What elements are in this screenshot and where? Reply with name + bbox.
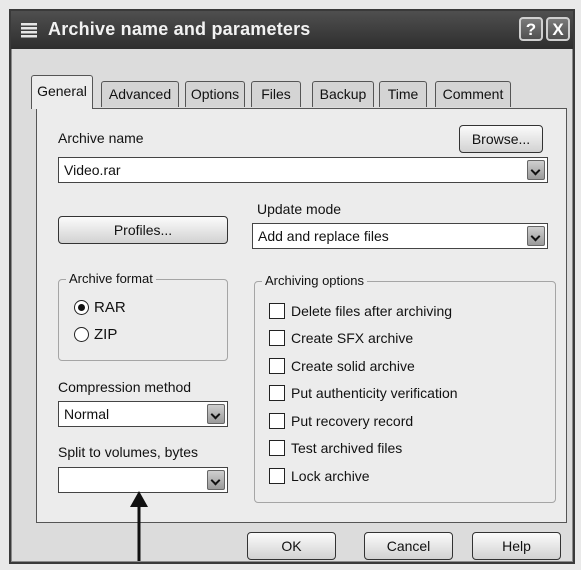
create-sfx-label: Create SFX archive (291, 330, 414, 346)
authenticity-label: Put authenticity verification (291, 385, 458, 401)
rar-radio-option[interactable]: RAR (74, 299, 154, 319)
split-volumes-label: Split to volumes, bytes (58, 444, 199, 460)
close-button[interactable]: X (546, 17, 570, 41)
archive-name-combo[interactable]: Video.rar (58, 157, 548, 183)
checkbox-icon[interactable] (269, 330, 285, 346)
checkbox-icon[interactable] (269, 440, 285, 456)
tab-advanced[interactable]: Advanced (101, 81, 179, 107)
delete-files-label: Delete files after archiving (291, 303, 453, 319)
chevron-down-icon[interactable] (527, 160, 545, 180)
tab-backup[interactable]: Backup (312, 81, 374, 107)
recovery-record-label: Put recovery record (291, 413, 414, 429)
tab-time[interactable]: Time (379, 81, 427, 107)
profiles-button[interactable]: Profiles... (58, 216, 228, 244)
update-mode-value: Add and replace files (258, 228, 389, 244)
update-mode-label: Update mode (257, 201, 342, 217)
checkbox-icon[interactable] (269, 385, 285, 401)
create-solid-label: Create solid archive (291, 358, 415, 374)
archive-dialog: Archive name and parameters ? X General … (9, 9, 575, 564)
annotation-arrow-icon (130, 491, 148, 561)
tab-general[interactable]: General (31, 75, 93, 109)
compression-method-select[interactable]: Normal (58, 401, 228, 427)
archive-icon (21, 23, 37, 38)
create-solid-checkbox[interactable]: Create solid archive (269, 357, 489, 377)
split-volumes-combo[interactable] (58, 467, 228, 493)
chevron-down-icon[interactable] (207, 470, 225, 490)
ok-button[interactable]: OK (247, 532, 336, 560)
tab-files[interactable]: Files (251, 81, 301, 107)
checkbox-icon[interactable] (269, 413, 285, 429)
compression-method-label: Compression method (58, 379, 192, 395)
lock-archive-label: Lock archive (291, 468, 370, 484)
tab-options[interactable]: Options (185, 81, 245, 107)
checkbox-icon[interactable] (269, 358, 285, 374)
tab-comment[interactable]: Comment (435, 81, 511, 107)
title-bar[interactable]: Archive name and parameters ? X (11, 11, 573, 49)
archive-format-legend: Archive format (66, 271, 156, 286)
chevron-down-icon[interactable] (207, 404, 225, 424)
zip-label: ZIP (94, 326, 118, 343)
archive-name-value: Video.rar (64, 162, 121, 178)
recovery-record-checkbox[interactable]: Put recovery record (269, 412, 489, 432)
create-sfx-checkbox[interactable]: Create SFX archive (269, 329, 489, 349)
checkbox-icon[interactable] (269, 468, 285, 484)
authenticity-checkbox[interactable]: Put authenticity verification (269, 384, 509, 404)
chevron-down-icon[interactable] (527, 226, 545, 246)
checkbox-icon[interactable] (269, 303, 285, 319)
lock-archive-checkbox[interactable]: Lock archive (269, 467, 489, 487)
test-archived-label: Test archived files (291, 440, 403, 456)
archiving-options-group: Archiving options Delete files after arc… (254, 273, 556, 503)
title-help-button[interactable]: ? (519, 17, 543, 41)
cancel-button[interactable]: Cancel (364, 532, 453, 560)
browse-button[interactable]: Browse... (459, 125, 543, 153)
archive-format-group: Archive format RAR ZIP (58, 271, 228, 361)
compression-method-value: Normal (64, 406, 110, 422)
help-button[interactable]: Help (472, 532, 561, 560)
archiving-options-legend: Archiving options (262, 273, 367, 288)
window-title: Archive name and parameters (48, 19, 311, 39)
update-mode-select[interactable]: Add and replace files (252, 223, 548, 249)
zip-radio-option[interactable]: ZIP (74, 326, 154, 346)
delete-files-checkbox[interactable]: Delete files after archiving (269, 302, 489, 322)
radio-selected-icon[interactable] (74, 300, 89, 315)
test-archived-checkbox[interactable]: Test archived files (269, 439, 489, 459)
archive-name-label: Archive name (58, 130, 144, 146)
rar-label: RAR (94, 299, 126, 316)
radio-unselected-icon[interactable] (74, 327, 89, 342)
general-panel: Archive name Browse... Video.rar Profile… (36, 108, 567, 523)
